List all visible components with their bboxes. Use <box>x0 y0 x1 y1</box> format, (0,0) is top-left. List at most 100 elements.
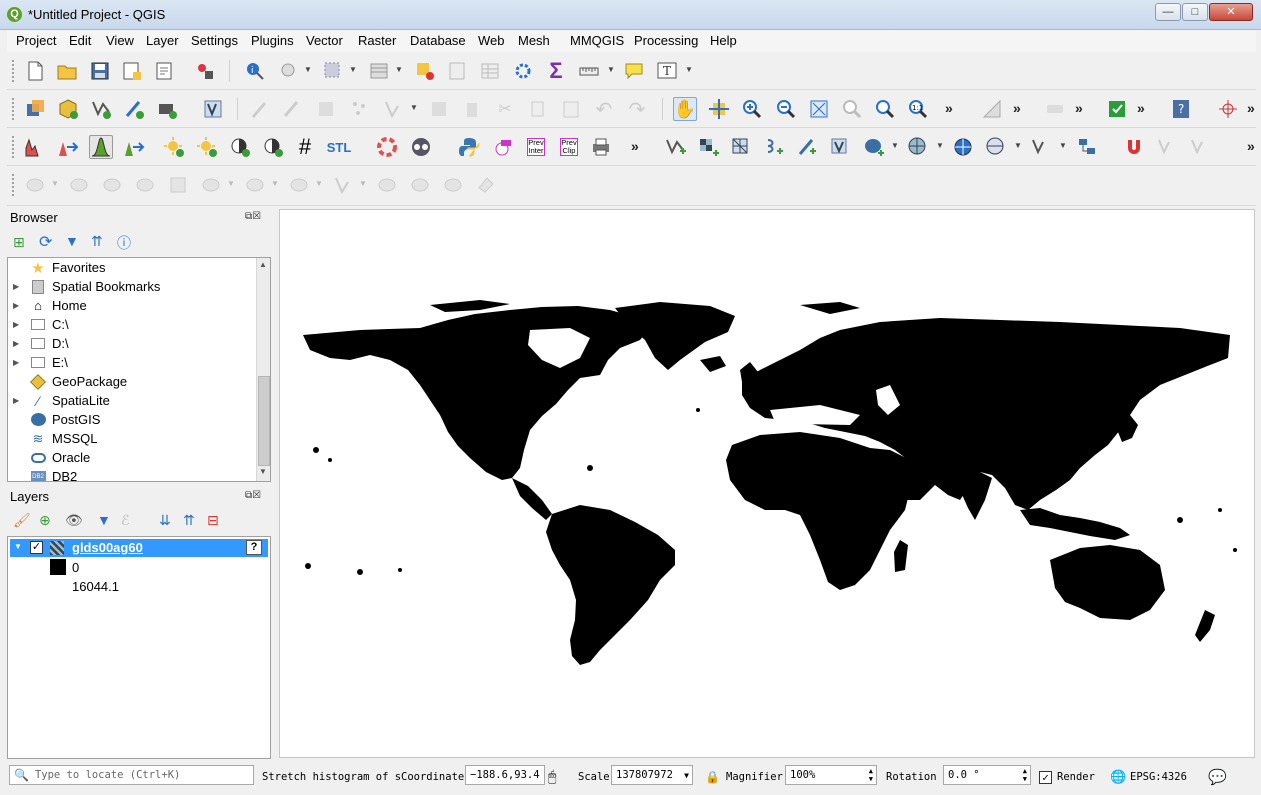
browser-item[interactable]: ▶ E:\ <box>8 353 258 372</box>
zoom-full-icon[interactable] <box>807 97 831 121</box>
crs-label[interactable]: EPSG:4326 <box>1130 767 1187 787</box>
plugin-green-icon[interactable] <box>1105 97 1129 121</box>
measure-line-icon[interactable] <box>577 59 601 83</box>
chevron-down-icon[interactable]: ▼ <box>607 65 615 74</box>
data-source-manager-icon[interactable] <box>23 97 47 121</box>
magnifier-spinbox[interactable]: 100% ▲ ▼ <box>785 765 877 785</box>
manage-visibility-icon[interactable]: 👁 <box>65 512 83 529</box>
browser-item[interactable]: ▶ D:\ <box>8 334 258 353</box>
stl-export-icon[interactable]: STL <box>325 135 353 159</box>
digitize-disabled-icon[interactable] <box>331 173 355 197</box>
zoom-to-layer-icon[interactable] <box>873 97 897 121</box>
add-virtual-layer-icon[interactable] <box>828 135 852 159</box>
collapse-all-icon[interactable]: ⇈ <box>91 233 103 250</box>
chevron-down-icon[interactable]: ▼ <box>349 65 357 74</box>
more-tools-chevron-icon[interactable]: » <box>945 100 953 116</box>
menu-plugins[interactable]: Plugins <box>251 33 294 48</box>
menu-raster[interactable]: Raster <box>358 33 396 48</box>
add-selected-layers-icon[interactable]: ⊞ <box>13 234 25 251</box>
vertex-tool-icon[interactable] <box>381 97 405 121</box>
delete-selected-icon[interactable] <box>460 97 484 121</box>
magnet-snapping-icon[interactable] <box>1122 135 1146 159</box>
toolbar-grip[interactable] <box>11 59 15 83</box>
digitize-disabled-icon[interactable] <box>375 173 399 197</box>
increase-brightness-icon[interactable] <box>162 135 186 159</box>
zoom-tool-icon[interactable] <box>277 59 301 83</box>
messages-icon[interactable]: 💬 <box>1208 767 1227 787</box>
deselect-features-icon[interactable] <box>413 59 437 83</box>
chevron-down-icon[interactable]: ▼ <box>227 179 235 188</box>
panel-float-close-icon[interactable]: ⧉☒ <box>245 211 261 222</box>
expand-arrow-icon[interactable]: ▶ <box>13 396 19 405</box>
digitize-disabled-icon[interactable] <box>243 173 267 197</box>
field-calculator-icon[interactable] <box>478 59 502 83</box>
more-tools-chevron-icon[interactable]: » <box>631 138 639 154</box>
browser-scrollbar[interactable]: ▲ ▼ <box>256 258 270 481</box>
locator-search-input[interactable]: 🔍 Type to locate (Ctrl+K) <box>9 765 254 785</box>
more-tools-chevron-icon[interactable]: » <box>1247 100 1255 116</box>
chevron-down-icon[interactable]: ▼ <box>1014 141 1022 150</box>
expand-arrow-icon[interactable]: ▶ <box>13 339 19 348</box>
statistical-summary-icon[interactable]: Σ <box>544 58 568 83</box>
cumulative-cut-stretch-icon[interactable] <box>122 135 146 159</box>
expand-arrow-icon[interactable]: ▶ <box>13 358 19 367</box>
collapse-arrow-icon[interactable]: ▼ <box>14 542 22 551</box>
pan-map-icon[interactable]: ✋ <box>673 97 697 121</box>
open-table-icon[interactable] <box>445 59 469 83</box>
digitize-disabled-icon[interactable] <box>67 173 91 197</box>
browser-item[interactable]: ≋ MSSQL <box>8 429 258 448</box>
digitize-disabled-icon[interactable] <box>474 173 498 197</box>
maximize-button[interactable]: □ <box>1182 3 1208 21</box>
pan-to-selection-icon[interactable] <box>707 97 731 121</box>
label-tool-icon[interactable] <box>1043 97 1067 121</box>
menu-database[interactable]: Database <box>410 33 466 48</box>
menu-help[interactable]: Help <box>710 33 737 48</box>
more-tools-chevron-icon[interactable]: » <box>1247 138 1255 154</box>
digitize-disabled-icon[interactable] <box>166 173 190 197</box>
menu-view[interactable]: View <box>106 33 134 48</box>
digitize-disabled-icon[interactable] <box>23 173 47 197</box>
browser-item[interactable]: GeoPackage <box>8 372 258 391</box>
menu-settings[interactable]: Settings <box>191 33 238 48</box>
layer-visibility-checkbox[interactable]: ✓ <box>30 541 43 554</box>
python-console-icon[interactable] <box>457 135 481 159</box>
more-tools-chevron-icon[interactable]: » <box>1137 100 1145 116</box>
save-project-icon[interactable] <box>88 59 112 83</box>
snapping-vertex-icon[interactable] <box>1155 135 1179 159</box>
redo-icon[interactable]: ↷ <box>625 97 649 121</box>
menu-edit[interactable]: Edit <box>69 33 91 48</box>
menu-project[interactable]: Project <box>16 33 56 48</box>
increase-contrast-icon[interactable] <box>228 135 252 159</box>
filter-icon[interactable]: ▼ <box>65 233 79 249</box>
current-edits-icon[interactable] <box>247 97 271 121</box>
chevron-down-icon[interactable]: ▼ <box>410 103 418 112</box>
histogram-stretch-icon[interactable] <box>23 135 47 159</box>
text-annotation-icon[interactable]: T <box>655 59 679 83</box>
chevron-down-icon[interactable]: ▼ <box>359 179 367 188</box>
digitize-disabled-icon[interactable] <box>287 173 311 197</box>
layer-help-icon[interactable]: ? <box>246 540 262 555</box>
menu-mesh[interactable]: Mesh <box>518 33 550 48</box>
browser-item[interactable]: ▶ C:\ <box>8 315 258 334</box>
prev-inter-icon[interactable]: Prev Inter <box>523 135 549 159</box>
digitize-disabled-icon[interactable] <box>133 173 157 197</box>
collapse-all-icon[interactable]: ⇈ <box>183 512 195 529</box>
toggle-editing-icon[interactable] <box>280 97 304 121</box>
browser-item[interactable]: ▶ ⁄ SpatiaLite <box>8 391 258 410</box>
crosshair-icon[interactable] <box>1216 97 1240 121</box>
browser-item[interactable]: ▶ ⌂ Home <box>8 296 258 315</box>
browser-item[interactable]: PostGIS <box>8 410 258 429</box>
add-postgis-layer-icon[interactable] <box>861 135 885 159</box>
new-shapefile-layer-icon[interactable] <box>89 97 113 121</box>
add-wcs-layer-icon[interactable] <box>984 135 1008 159</box>
add-group-icon[interactable]: ⊕ <box>39 512 51 529</box>
toolbar-grip[interactable] <box>11 135 15 159</box>
chevron-down-icon[interactable]: ▼ <box>271 179 279 188</box>
new-spatialite-layer-icon[interactable] <box>122 97 146 121</box>
remove-layer-icon[interactable]: ⊟ <box>207 512 219 529</box>
chevron-down-icon[interactable]: ▼ <box>936 141 944 150</box>
minimize-button[interactable]: — <box>1155 3 1181 21</box>
chevron-down-icon[interactable]: ▼ <box>891 141 899 150</box>
help-contents-icon[interactable]: ? <box>1169 97 1193 121</box>
expand-arrow-icon[interactable]: ▶ <box>13 320 19 329</box>
